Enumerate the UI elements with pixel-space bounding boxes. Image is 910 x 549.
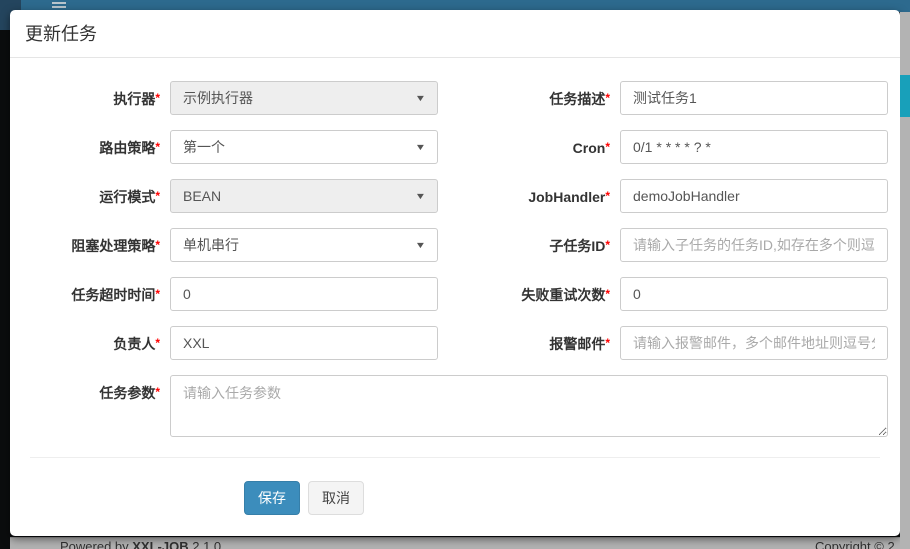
modal-title: 更新任务 (25, 23, 885, 45)
required-mark: * (155, 336, 160, 350)
hamburger-bar (52, 2, 66, 4)
chevron-down-icon: ▼ (415, 240, 427, 250)
retry-count-label: 失败重试次数* (438, 277, 610, 312)
save-button[interactable]: 保存 (244, 481, 300, 515)
alarm-email-input[interactable] (620, 326, 888, 360)
job-desc-input[interactable] (620, 81, 888, 115)
required-mark: * (605, 91, 610, 105)
required-mark: * (155, 385, 160, 399)
job-desc-label: 任务描述* (438, 81, 610, 116)
timeout-label: 任务超时时间* (30, 277, 160, 312)
divider (30, 457, 880, 458)
modal-header: 更新任务 (10, 10, 900, 58)
form-row: 运行模式* BEAN ▼ JobHandler* (10, 179, 900, 213)
page: Powered by XXL-JOB 2.1.0 Copyright © 2 更… (0, 0, 910, 549)
required-mark: * (155, 189, 160, 203)
form-row: 执行器* 示例执行器 ▼ 任务描述* (10, 81, 900, 115)
scrollbar-track[interactable] (900, 12, 910, 549)
glue-type-select: BEAN ▼ (170, 179, 438, 213)
powered-by-text: Powered by XXL-JOB 2.1.0 (60, 539, 221, 549)
required-mark: * (605, 238, 610, 252)
block-strategy-select-value: 单机串行 (183, 235, 416, 255)
job-param-textarea[interactable] (170, 375, 888, 437)
jobhandler-input[interactable] (620, 179, 888, 213)
alarm-email-label: 报警邮件* (438, 326, 610, 361)
sidebar-collapsed-strip (0, 30, 10, 549)
required-mark: * (605, 336, 610, 350)
brand-text: XXL-JOB (132, 539, 188, 549)
child-jobid-label: 子任务ID* (438, 228, 610, 263)
required-mark: * (155, 287, 160, 301)
job-param-label: 任务参数* (30, 375, 160, 410)
chevron-down-icon: ▼ (415, 191, 427, 201)
required-mark: * (155, 91, 160, 105)
form-row: 负责人* 报警邮件* (10, 326, 900, 360)
required-mark: * (605, 287, 610, 301)
cron-label: Cron* (438, 130, 610, 165)
author-input[interactable] (170, 326, 438, 360)
executor-select-value: 示例执行器 (183, 88, 416, 108)
route-strategy-select-value: 第一个 (183, 137, 416, 157)
glue-type-select-value: BEAN (183, 188, 416, 204)
executor-label: 执行器* (30, 81, 160, 116)
form-row: 阻塞处理策略* 单机串行 ▼ 子任务ID* (10, 228, 900, 262)
scrollbar-thumb[interactable] (900, 75, 910, 117)
page-footer: Powered by XXL-JOB 2.1.0 Copyright © 2 (10, 537, 910, 549)
timeout-input[interactable] (170, 277, 438, 311)
copyright-text: Copyright © 2 (815, 539, 895, 549)
block-strategy-select[interactable]: 单机串行 ▼ (170, 228, 438, 262)
block-strategy-label: 阻塞处理策略* (30, 228, 160, 263)
update-task-modal: 更新任务 执行器* 示例执行器 ▼ 任务描述* 路由策略* (10, 10, 900, 536)
required-mark: * (155, 238, 160, 252)
chevron-down-icon: ▼ (415, 93, 427, 103)
form-row: 任务参数* (10, 375, 900, 437)
cron-input[interactable] (620, 130, 888, 164)
retry-count-input[interactable] (620, 277, 888, 311)
author-label: 负责人* (30, 326, 160, 361)
child-jobid-input[interactable] (620, 228, 888, 262)
route-strategy-label: 路由策略* (30, 130, 160, 165)
route-strategy-select[interactable]: 第一个 ▼ (170, 130, 438, 164)
button-row: 保存 取消 (170, 481, 438, 515)
hamburger-bar (52, 6, 66, 8)
jobhandler-label: JobHandler* (438, 179, 610, 214)
required-mark: * (605, 189, 610, 203)
glue-type-label: 运行模式* (30, 179, 160, 214)
required-mark: * (155, 140, 160, 154)
cancel-button[interactable]: 取消 (308, 481, 364, 515)
executor-select: 示例执行器 ▼ (170, 81, 438, 115)
chevron-down-icon: ▼ (415, 142, 427, 152)
required-mark: * (605, 140, 610, 154)
form-row: 任务超时时间* 失败重试次数* (10, 277, 900, 311)
form-row: 路由策略* 第一个 ▼ Cron* (10, 130, 900, 164)
modal-body: 执行器* 示例执行器 ▼ 任务描述* 路由策略* 第一个 (10, 58, 900, 515)
